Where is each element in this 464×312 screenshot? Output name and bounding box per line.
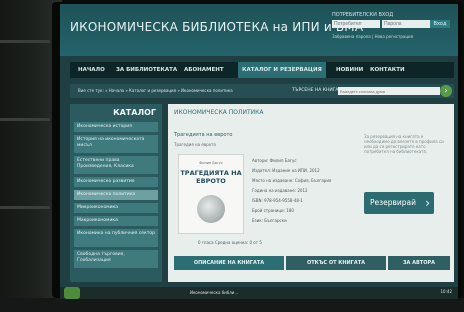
book-subtitle: Трагедия на еврото — [174, 142, 216, 147]
site-header: ИКОНОМИЧЕСКА БИБЛИОТЕКА на ИПИ и БМА ПОТ… — [60, 4, 458, 56]
book-meta-pages: Брой страници: 180 — [252, 208, 294, 213]
rating-label[interactable]: 0 гласа Средна оценка: 0 от 5 — [198, 240, 262, 245]
chevron-right-icon: › — [425, 196, 430, 210]
cover-globe-image — [197, 195, 225, 223]
catalog-sidebar: КАТАЛОГ Икономическа история История на … — [70, 104, 162, 282]
tab-author[interactable]: ЗА АВТОРА — [388, 256, 450, 270]
username-input[interactable] — [332, 20, 380, 28]
nav-about[interactable]: ЗА БИБЛИОТЕКАТА — [116, 62, 177, 78]
site-title[interactable]: ИКОНОМИЧЕСКА БИБЛИОТЕКА на ИПИ и БМА — [70, 20, 363, 34]
sidebar-item[interactable]: Естествени права Произведения, Класика — [74, 156, 158, 174]
page-title: ИКОНОМИЧЕСКА ПОЛИТИКА — [174, 109, 264, 116]
book-meta-place: Място на издаване: София, България — [252, 178, 332, 183]
login-box: ПОТРЕБИТЕЛСКИ ВХОД Вход Забравена парола… — [328, 12, 454, 52]
reservation-note: За резервация на книгата е необходимо да… — [364, 134, 444, 154]
cover-title: ТРАГЕДИЯТА НА ЕВРОТО — [180, 169, 242, 185]
search-label: ТЪРСЕНЕ НА КНИГА — [292, 88, 339, 93]
nav-news[interactable]: НОВИНИ — [336, 62, 363, 78]
book-meta-author: Автори: Филип Багус — [252, 158, 297, 163]
book-meta-language: Език: Български — [252, 218, 287, 223]
desk-edge — [0, 298, 464, 312]
tab-description[interactable]: ОПИСАНИЕ НА КНИГАТА — [174, 256, 284, 270]
book-cover[interactable]: Филип Багус ТРАГЕДИЯТА НА ЕВРОТО — [178, 154, 244, 234]
nav-catalog[interactable]: КАТАЛОГ И РЕЗЕРВАЦИЯ — [238, 62, 326, 78]
sidebar-item[interactable]: Икономическо развитие — [74, 177, 158, 187]
search-input[interactable] — [338, 87, 440, 95]
nav-home[interactable]: НАЧАЛО — [78, 62, 105, 78]
taskbar-clock: 10:42 — [440, 289, 452, 294]
start-button[interactable] — [64, 287, 80, 299]
main-nav: НАЧАЛО ЗА БИБЛИОТЕКАТА АБОНАМЕНТ КАТАЛОГ… — [70, 62, 454, 78]
breadcrumb[interactable]: Вие сте тук: » Начало » Каталог и резерв… — [78, 84, 233, 98]
cover-author: Филип Багус — [199, 161, 223, 165]
book-meta-year: Година на издаване: 2012 — [252, 188, 308, 193]
book-meta-publisher: Издател: Издание на ИПИ, 2012 — [252, 168, 320, 173]
shelf-line — [0, 118, 50, 121]
shelf-line — [0, 40, 50, 43]
sidebar-item[interactable]: Макроикономика — [74, 216, 158, 226]
sidebar-title: КАТАЛОГ — [113, 108, 156, 117]
nav-subscription[interactable]: АБОНАМЕНТ — [184, 62, 224, 78]
login-links[interactable]: Забравена парола | Нова регистрация — [332, 34, 413, 39]
book-title-link[interactable]: Трагедията на еврото — [174, 132, 232, 138]
breadcrumb-bar: Вие сте тук: » Начало » Каталог и резерв… — [70, 84, 454, 98]
sidebar-item[interactable]: Икономика на публичния сектор — [74, 229, 158, 247]
sidebar-item[interactable]: Микроикономика — [74, 203, 158, 213]
taskbar-browser-item[interactable]: Икономическа библи... — [190, 289, 238, 297]
reserve-button[interactable]: Резервирай › — [364, 192, 434, 214]
sidebar-item-active[interactable]: Икономическа политика — [74, 190, 158, 200]
login-title: ПОТРЕБИТЕЛСКИ ВХОД — [332, 12, 394, 18]
password-input[interactable] — [382, 20, 430, 28]
windows-taskbar: Икономическа библи... 10:42 — [60, 287, 458, 299]
browser-page: ИКОНОМИЧЕСКА БИБЛИОТЕКА на ИПИ и БМА ПОТ… — [60, 4, 458, 287]
shelf-line — [0, 206, 50, 209]
tab-excerpt[interactable]: ОТКЪС ОТ КНИГАТА — [286, 256, 386, 270]
book-meta-isbn: ISBN: 978-954-9558-48-1 — [252, 198, 303, 203]
book-detail: ИКОНОМИЧЕСКА ПОЛИТИКА Трагедията на евро… — [168, 104, 454, 282]
reserve-button-label: Резервирай — [370, 198, 417, 207]
sidebar-item[interactable]: История на икономическата мисъл — [74, 135, 158, 153]
sidebar-item[interactable]: Икономическа история — [74, 122, 158, 132]
sidebar-item[interactable]: Свободна търговия, Глобализация — [74, 250, 158, 268]
login-button[interactable]: Вход — [430, 20, 450, 28]
nav-contacts[interactable]: КОНТАКТИ — [370, 62, 405, 78]
search-button[interactable]: › — [440, 85, 452, 97]
